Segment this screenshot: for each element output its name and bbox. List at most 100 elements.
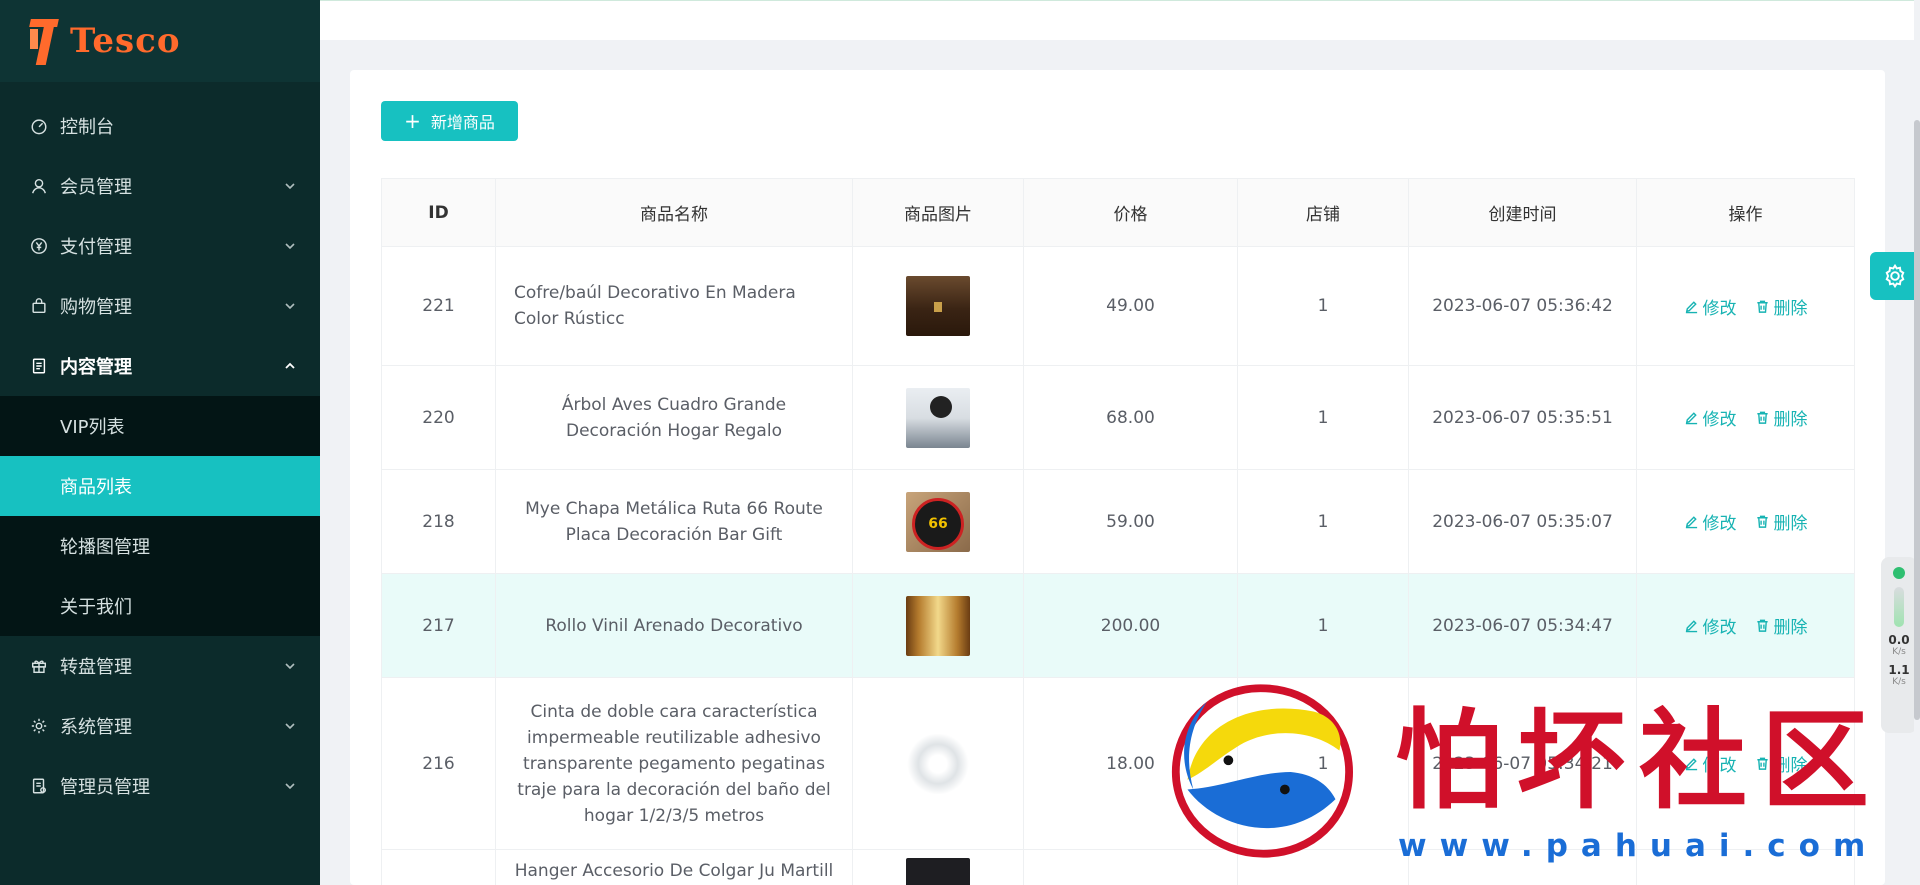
sidebar-item-members[interactable]: 会员管理 bbox=[0, 156, 320, 216]
sidebar-item-label: 内容管理 bbox=[60, 357, 132, 378]
cell-image bbox=[852, 469, 1024, 574]
brand-logo[interactable]: Tesco bbox=[0, 0, 320, 82]
cell-name: Rollo Vinil Arenado Decorativo bbox=[495, 573, 853, 678]
download-speed-unit: K/s bbox=[1892, 647, 1906, 657]
sidebar-subitem-product-list[interactable]: 商品列表 bbox=[0, 456, 320, 516]
sidebar-menu: 控制台 会员管理 支付管理 购物管理 内容管理 bbox=[0, 82, 320, 396]
edit-icon bbox=[1685, 412, 1697, 425]
sidebar-item-system[interactable]: 系统管理 bbox=[0, 696, 320, 756]
cell-price: 200.00 bbox=[1023, 573, 1238, 678]
scrollbar-thumb[interactable] bbox=[1914, 120, 1920, 720]
edit-label: 修改 bbox=[1702, 514, 1737, 534]
cell-price: 68.00 bbox=[1023, 365, 1238, 470]
cell-created: 2023-06-07 05:35:51 bbox=[1408, 365, 1637, 470]
gear-icon bbox=[30, 717, 48, 735]
watermark-text: 怕坏社区 bbox=[1395, 698, 1884, 824]
cell-image bbox=[852, 365, 1024, 470]
chevron-down-icon bbox=[284, 720, 296, 732]
table-row[interactable]: 221 Cofre/baúl Decorativo En Madera Colo… bbox=[381, 246, 1855, 366]
status-dot-icon bbox=[1893, 567, 1905, 579]
watermark: 怕坏社区 www.pahuai.com bbox=[1160, 672, 1900, 872]
edit-button[interactable]: 修改 bbox=[1684, 294, 1737, 319]
edit-label: 修改 bbox=[1702, 618, 1737, 638]
table-row[interactable]: 217 Rollo Vinil Arenado Decorativo 200.0… bbox=[381, 573, 1855, 678]
yen-icon bbox=[30, 237, 48, 255]
bird-tree-art-image[interactable] bbox=[906, 387, 970, 448]
sidebar-item-label: 购物管理 bbox=[60, 297, 132, 318]
sidebar-item-label: 系统管理 bbox=[60, 717, 132, 738]
trash-icon bbox=[1756, 300, 1768, 313]
column-header-price[interactable]: 价格 bbox=[1023, 178, 1238, 247]
delete-button[interactable]: 删除 bbox=[1755, 294, 1808, 319]
edit-label: 修改 bbox=[1702, 410, 1737, 430]
cell-price: 49.00 bbox=[1023, 246, 1238, 366]
sidebar-item-payments[interactable]: 支付管理 bbox=[0, 216, 320, 276]
column-header-created[interactable]: 创建时间 bbox=[1408, 178, 1637, 247]
cell-shop: 1 bbox=[1237, 469, 1409, 574]
tesco-logo-icon bbox=[29, 15, 62, 67]
trash-icon bbox=[1756, 619, 1768, 632]
delete-label: 删除 bbox=[1773, 410, 1808, 430]
sidebar-item-label: 会员管理 bbox=[60, 177, 132, 198]
column-header-actions[interactable]: 操作 bbox=[1636, 178, 1855, 247]
trash-icon bbox=[1756, 515, 1768, 528]
vinyl-door-image[interactable] bbox=[906, 595, 970, 656]
route-66-sign-image[interactable] bbox=[906, 491, 970, 552]
cell-id bbox=[381, 849, 496, 885]
chevron-down-icon bbox=[284, 660, 296, 672]
download-speed: 0.0 bbox=[1888, 633, 1910, 647]
sidebar-item-label: 转盘管理 bbox=[60, 657, 132, 678]
column-header-id[interactable]: ID bbox=[381, 178, 496, 247]
edit-button[interactable]: 修改 bbox=[1684, 613, 1737, 638]
table-header-row: ID 商品名称 商品图片 价格 店铺 创建时间 操作 bbox=[381, 178, 1855, 247]
brand-name: Tesco bbox=[70, 21, 181, 61]
sidebar-item-shopping[interactable]: 购物管理 bbox=[0, 276, 320, 336]
sidebar-item-label: 支付管理 bbox=[60, 237, 132, 258]
edit-icon bbox=[1685, 516, 1697, 529]
trash-icon bbox=[1756, 411, 1768, 424]
cell-shop: 1 bbox=[1237, 365, 1409, 470]
cell-name: Cofre/baúl Decorativo En Madera Color Rú… bbox=[495, 246, 853, 366]
delete-button[interactable]: 删除 bbox=[1755, 613, 1808, 638]
speed-gauge-icon bbox=[1894, 587, 1904, 627]
delete-button[interactable]: 删除 bbox=[1755, 509, 1808, 534]
clear-tape-image[interactable] bbox=[906, 733, 970, 794]
admin-icon bbox=[30, 777, 48, 795]
column-header-image[interactable]: 商品图片 bbox=[852, 178, 1024, 247]
edit-button[interactable]: 修改 bbox=[1684, 509, 1737, 534]
column-header-shop[interactable]: 店铺 bbox=[1237, 178, 1409, 247]
delete-label: 删除 bbox=[1773, 514, 1808, 534]
dark-product-image[interactable] bbox=[906, 858, 970, 885]
cell-name: Hanger Accesorio De Colgar Ju Martill bbox=[495, 849, 853, 885]
cell-actions: 修改 删除 bbox=[1636, 469, 1855, 574]
page-scrollbar[interactable] bbox=[1914, 0, 1920, 885]
sidebar-item-lottery[interactable]: 转盘管理 bbox=[0, 636, 320, 696]
fish-logo-icon bbox=[1171, 684, 1353, 858]
cell-created: 2023-06-07 05:36:42 bbox=[1408, 246, 1637, 366]
sidebar-subitem-banner-manage[interactable]: 轮播图管理 bbox=[0, 516, 320, 576]
sidebar-subitem-about-us[interactable]: 关于我们 bbox=[0, 576, 320, 636]
sidebar-item-admins[interactable]: 管理员管理 bbox=[0, 756, 320, 816]
delete-button[interactable]: 删除 bbox=[1755, 405, 1808, 430]
settings-float-button[interactable] bbox=[1870, 252, 1920, 300]
table-row[interactable]: 218 Mye Chapa Metálica Ruta 66 Route Pla… bbox=[381, 469, 1855, 574]
cell-actions: 修改 删除 bbox=[1636, 573, 1855, 678]
watermark-url: www.pahuai.com bbox=[1398, 828, 1879, 864]
sidebar-item-content[interactable]: 内容管理 bbox=[0, 336, 320, 396]
cell-shop: 1 bbox=[1237, 573, 1409, 678]
chevron-down-icon bbox=[284, 240, 296, 252]
wooden-chest-image[interactable] bbox=[906, 276, 970, 336]
cell-created: 2023-06-07 05:34:47 bbox=[1408, 573, 1637, 678]
edit-button[interactable]: 修改 bbox=[1684, 405, 1737, 430]
cell-image bbox=[852, 677, 1024, 850]
add-product-button[interactable]: + 新增商品 bbox=[381, 101, 518, 141]
column-header-name[interactable]: 商品名称 bbox=[495, 178, 853, 247]
delete-label: 删除 bbox=[1773, 618, 1808, 638]
cell-id: 216 bbox=[381, 677, 496, 850]
chevron-down-icon bbox=[284, 180, 296, 192]
cell-name: Mye Chapa Metálica Ruta 66 Route Placa D… bbox=[495, 469, 853, 574]
top-header-bar bbox=[320, 0, 1920, 40]
sidebar-subitem-vip-list[interactable]: VIP列表 bbox=[0, 396, 320, 456]
sidebar-item-dashboard[interactable]: 控制台 bbox=[0, 96, 320, 156]
table-row[interactable]: 220 Árbol Aves Cuadro Grande Decoración … bbox=[381, 365, 1855, 470]
